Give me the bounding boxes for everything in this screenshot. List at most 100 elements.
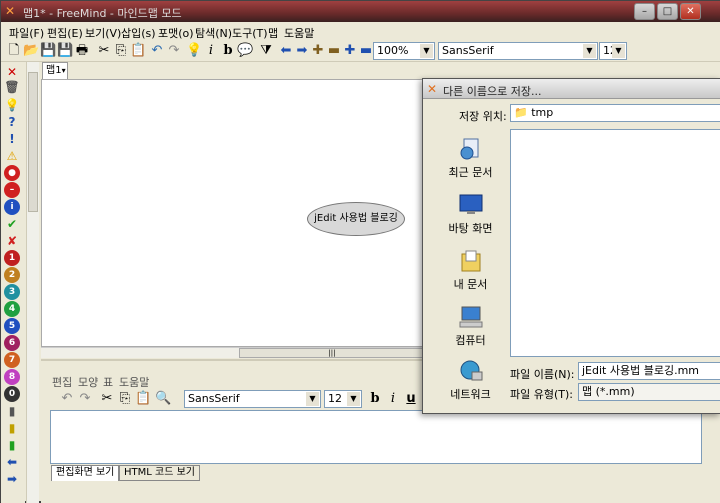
new-icon[interactable]: 🗋 [6, 43, 22, 59]
place-desktop[interactable]: 바탕 화면 [433, 193, 508, 236]
open-icon[interactable]: 📂 [23, 43, 39, 59]
filename-label: 파일 이름(N): [510, 368, 575, 381]
forward-icon[interactable]: ➡ [294, 43, 310, 59]
notes-font-value: SansSerif [188, 392, 240, 405]
root-node[interactable]: jEdit 사용법 블로깅 [307, 202, 405, 236]
stop-icon[interactable]: ● [4, 165, 20, 181]
bold-icon[interactable]: b [220, 43, 236, 59]
menu-help[interactable]: 도움말 [284, 25, 314, 41]
remove-icon[interactable]: ✕ [4, 64, 20, 80]
redo-icon[interactable]: ↷ [77, 391, 93, 407]
filter-icon[interactable]: ⧩ [258, 43, 274, 59]
scrollbar-thumb[interactable]: ||| [239, 348, 425, 358]
tab-edit-view[interactable]: 편집화면 보기 [51, 465, 120, 481]
minimize-button[interactable]: – [634, 3, 655, 20]
notes-font-select[interactable]: SansSerif ▼ [184, 390, 321, 408]
menu-tools[interactable]: 도구(T) [232, 25, 268, 41]
copy-icon[interactable]: ⎘ [113, 43, 129, 59]
italic-icon[interactable]: i [203, 43, 219, 59]
notes-editor[interactable] [50, 410, 702, 464]
question-icon[interactable]: ? [4, 114, 20, 130]
italic-icon[interactable]: i [385, 391, 401, 407]
map-tabs: 맵1▾ [40, 62, 720, 79]
icon-toolbar-scrollbar[interactable] [26, 62, 39, 503]
menu-view[interactable]: 보기(V) [85, 25, 121, 41]
canvas-horizontal-scrollbar[interactable]: ||| [41, 347, 425, 358]
trash-icon[interactable]: 🗑 [4, 79, 20, 95]
menu-map[interactable]: 맵 [268, 25, 278, 41]
traffic-light-icon[interactable]: ▮ [4, 420, 20, 436]
tab-map1[interactable]: 맵1▾ [42, 62, 68, 79]
warning-icon[interactable]: ⚠ [4, 148, 20, 164]
filename-input[interactable]: jEdit 사용법 블로깅.mm [578, 362, 720, 380]
cloud-icon[interactable]: 💬 [237, 43, 253, 59]
save-location-value: tmp [531, 106, 554, 119]
info-icon[interactable]: i [4, 199, 20, 215]
chevron-down-icon: ▼ [583, 44, 596, 58]
save-as-icon[interactable]: 💾 [57, 43, 73, 59]
place-computer[interactable]: 컴퓨터 [433, 305, 508, 348]
redo-icon[interactable]: ↷ [166, 43, 182, 59]
flag-icon[interactable]: ▮ [4, 403, 20, 419]
green-light-icon[interactable]: ▮ [4, 437, 20, 453]
priority-6-icon[interactable]: 6 [4, 335, 20, 351]
print-icon[interactable]: 🖶 [74, 43, 90, 59]
font-select[interactable]: SansSerif ▼ [438, 42, 598, 60]
cut-icon[interactable]: ✂ [96, 43, 112, 59]
priority-5-icon[interactable]: 5 [4, 318, 20, 334]
close-button[interactable]: ✕ [680, 3, 701, 20]
cut-icon[interactable]: ✂ [99, 391, 115, 407]
undo-icon[interactable]: ↶ [59, 391, 75, 407]
filetype-select[interactable]: 맵 (*.mm) [578, 383, 720, 401]
places-bar: 최근 문서 바탕 화면 내 문서 컴퓨터 네트워크 [433, 127, 508, 401]
priority-2-icon[interactable]: 2 [4, 267, 20, 283]
zoom-in-icon[interactable]: ✚ [310, 43, 326, 59]
collapse-icon[interactable]: ▬ [358, 43, 374, 59]
font-size-select[interactable]: 12 ▼ [599, 42, 627, 60]
priority-3-icon[interactable]: 3 [4, 284, 20, 300]
paste-icon[interactable]: 📋 [130, 43, 146, 59]
check-icon[interactable]: ✔ [4, 216, 20, 232]
save-location-select[interactable]: 📁 tmp [510, 104, 720, 122]
file-list[interactable] [510, 129, 720, 357]
undo-icon[interactable]: ↶ [149, 43, 165, 59]
zoom-value: 100% [377, 44, 409, 57]
save-icon[interactable]: 💾 [40, 43, 56, 59]
place-recent[interactable]: 최근 문서 [433, 137, 508, 180]
menu-insert[interactable]: 삽입(s) [121, 25, 156, 41]
priority-0-icon[interactable]: 0 [4, 386, 20, 402]
menu-edit[interactable]: 편집(E) [47, 25, 83, 41]
paste-icon[interactable]: 📋 [135, 391, 151, 407]
priority-7-icon[interactable]: 7 [4, 352, 20, 368]
priority-1-icon[interactable]: 1 [4, 250, 20, 266]
exclamation-icon[interactable]: ! [4, 131, 20, 147]
tab-html-view[interactable]: HTML 코드 보기 [119, 465, 200, 481]
bold-icon[interactable]: b [367, 391, 383, 407]
menu-file[interactable]: 파일(F) [9, 25, 44, 41]
cross-icon[interactable]: ✘ [4, 233, 20, 249]
notes-size-value: 12 [328, 392, 342, 405]
place-my-documents[interactable]: 내 문서 [433, 249, 508, 292]
idea-icon[interactable]: 💡 [4, 97, 20, 113]
idea-icon[interactable]: 💡 [186, 43, 202, 59]
notes-size-select[interactable]: 12 ▼ [324, 390, 362, 408]
priority-8-icon[interactable]: 8 [4, 369, 20, 385]
maximize-button[interactable]: □ [657, 3, 678, 20]
priority-4-icon[interactable]: 4 [4, 301, 20, 317]
left-arrow-icon[interactable]: ⬅ [4, 454, 20, 470]
menu-format[interactable]: 포맷(o) [158, 25, 194, 41]
freemind-window: ✕ 맵1* - FreeMind - 마인드맵 모드 – □ ✕ 파일(F) 편… [0, 0, 720, 503]
zoom-select[interactable]: 100% ▼ [373, 42, 435, 60]
zoom-out-icon[interactable]: ▬ [326, 43, 342, 59]
underline-icon[interactable]: u [403, 391, 419, 407]
expand-icon[interactable]: ✚ [342, 43, 358, 59]
menu-navigate[interactable]: 탐색(N) [195, 25, 232, 41]
back-icon[interactable]: ⬅ [278, 43, 294, 59]
no-entry-icon[interactable]: – [4, 182, 20, 198]
find-icon[interactable]: 🔍 [155, 391, 171, 407]
place-network[interactable]: 네트워크 [433, 359, 508, 402]
scrollbar-thumb[interactable] [28, 72, 38, 212]
right-arrow-icon[interactable]: ➡ [4, 471, 20, 487]
mind-map-canvas[interactable]: jEdit 사용법 블로깅 [41, 79, 425, 347]
copy-icon[interactable]: ⎘ [117, 391, 133, 407]
